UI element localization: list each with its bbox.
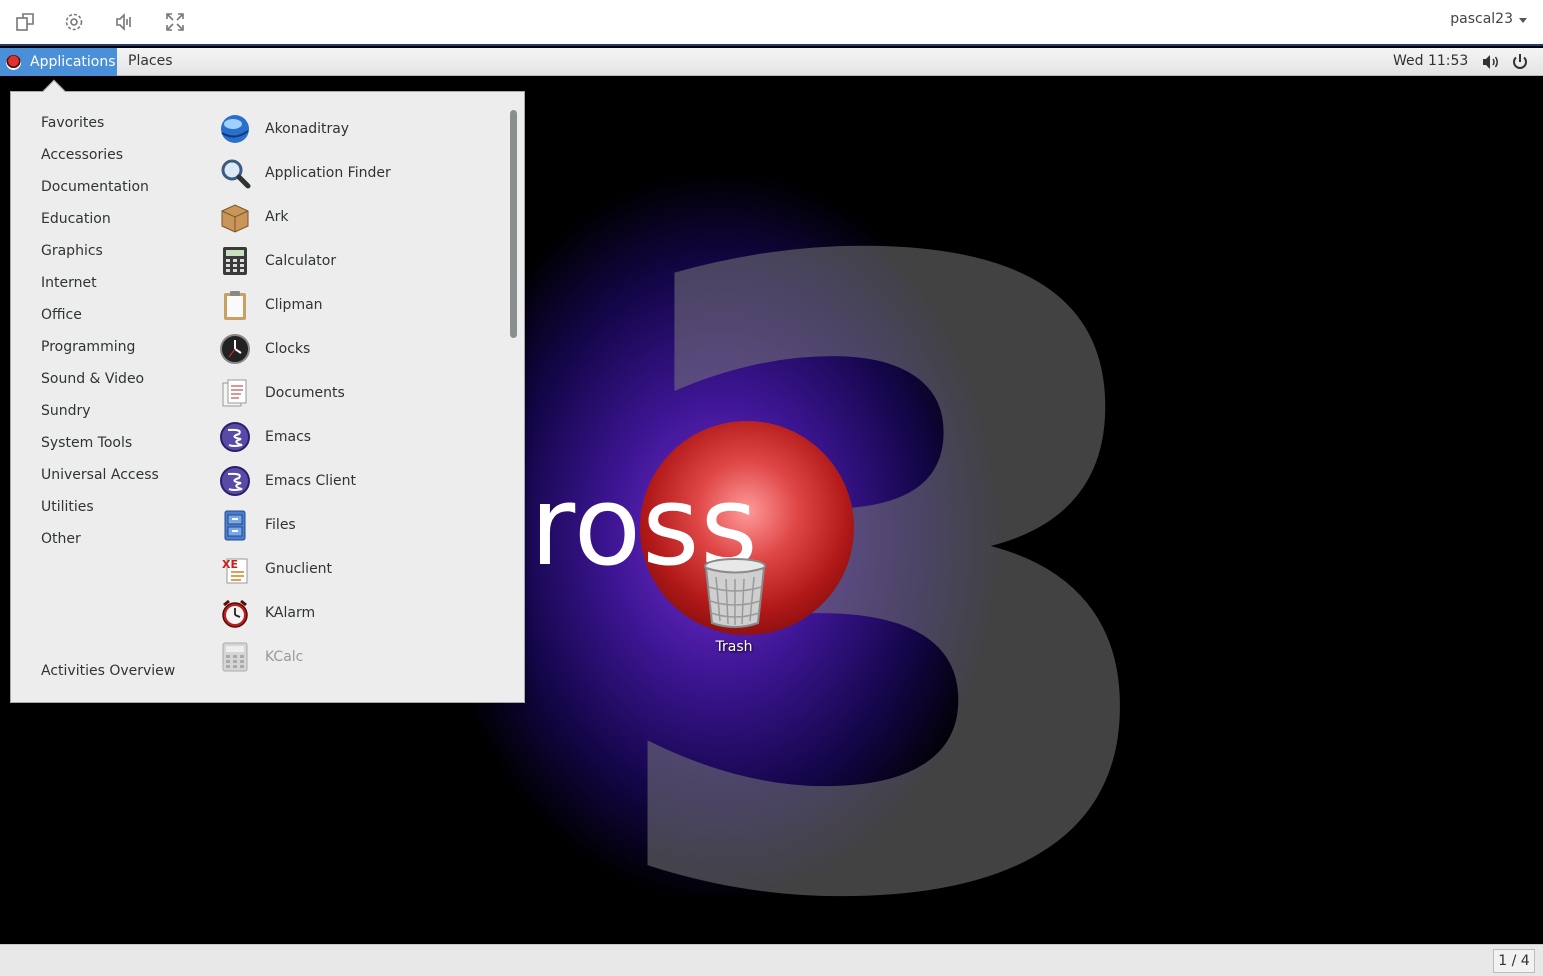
screen-switch-icon[interactable] [11, 8, 39, 36]
app-label: Calculator [265, 253, 337, 269]
app-label: Application Finder [265, 165, 391, 181]
applications-label: Applications [30, 54, 116, 70]
trash-icon[interactable] [700, 557, 770, 631]
kcalc-icon [222, 642, 248, 672]
category-accessories[interactable]: Accessories [41, 147, 123, 163]
category-universal-access[interactable]: Universal Access [41, 467, 159, 483]
app-item-calculator[interactable]: Calculator [218, 241, 508, 281]
places-menu-button[interactable]: Places [128, 53, 173, 69]
magnifier-icon [221, 159, 251, 189]
applications-menu-button[interactable]: Applications [0, 48, 117, 76]
settings-icon[interactable] [60, 8, 88, 36]
top-bar: Applications Places Wed 11:53 [0, 48, 1543, 76]
app-label: Clipman [265, 297, 323, 313]
app-item-kalarm[interactable]: KAlarm [218, 593, 508, 633]
archive-box-icon [221, 204, 249, 233]
app-item-ark[interactable]: Ark [218, 197, 508, 237]
app-label: Ark [265, 209, 289, 225]
akonaditray-icon [221, 115, 249, 143]
file-cabinet-icon [224, 510, 246, 541]
redhat-logo-icon [6, 54, 21, 70]
category-sundry[interactable]: Sundry [41, 403, 91, 419]
category-education[interactable]: Education [41, 211, 111, 227]
category-sound-video[interactable]: Sound & Video [41, 371, 144, 387]
trash-label[interactable]: Trash [704, 639, 764, 655]
app-label: KAlarm [265, 605, 316, 621]
category-graphics[interactable]: Graphics [41, 243, 103, 259]
emacs-icon [220, 422, 250, 452]
applications-popup: Favorites Accessories Documentation Educ… [10, 91, 525, 703]
alarm-clock-icon [222, 599, 248, 628]
app-label: Emacs Client [265, 473, 357, 489]
category-system-tools[interactable]: System Tools [41, 435, 132, 451]
volume-icon[interactable] [1482, 54, 1500, 70]
app-label: Emacs [265, 429, 312, 445]
category-office[interactable]: Office [41, 307, 82, 323]
power-icon[interactable] [1511, 53, 1529, 71]
svg-text:XE: XE [222, 558, 238, 571]
gnuclient-icon: XE [222, 558, 248, 584]
app-item-kcalc[interactable]: KCalc [218, 637, 508, 677]
workspace-indicator[interactable]: 1 / 4 [1493, 949, 1535, 973]
user-name: pascal23 [1450, 11, 1513, 27]
app-item-files[interactable]: Files [218, 505, 508, 545]
app-label: Clocks [265, 341, 311, 357]
app-label: Documents [265, 385, 345, 401]
app-label: Files [265, 517, 296, 533]
category-favorites[interactable]: Favorites [41, 115, 104, 131]
category-utilities[interactable]: Utilities [41, 499, 94, 515]
activities-overview-item[interactable]: Activities Overview [41, 663, 175, 679]
app-list-scrollbar[interactable] [510, 110, 517, 338]
app-item-clipman[interactable]: Clipman [218, 285, 508, 325]
app-label: Gnuclient [265, 561, 333, 577]
viewer-toolbar: pascal23 [0, 0, 1543, 46]
calculator-icon [223, 247, 247, 275]
user-menu[interactable]: pascal23 [1450, 11, 1527, 27]
bottom-panel: 1 / 4 [0, 944, 1543, 976]
app-item-documents[interactable]: Documents [218, 373, 508, 413]
chevron-down-icon [1519, 17, 1527, 23]
app-label: KCalc [265, 649, 304, 665]
clipboard-icon [224, 291, 246, 320]
category-internet[interactable]: Internet [41, 275, 97, 291]
app-item-application-finder[interactable]: Application Finder [218, 153, 508, 193]
app-item-emacs[interactable]: Emacs [218, 417, 508, 457]
clock-icon [220, 334, 250, 364]
app-item-clocks[interactable]: Clocks [218, 329, 508, 369]
category-programming[interactable]: Programming [41, 339, 135, 355]
app-label: Akonaditray [265, 121, 350, 137]
documents-icon [222, 379, 247, 407]
send-keys-icon[interactable] [110, 8, 138, 36]
emacs-icon [220, 466, 250, 496]
app-item-akonaditray[interactable]: Akonaditray [218, 109, 508, 149]
clock[interactable]: Wed 11:53 [1393, 53, 1468, 69]
fullscreen-icon[interactable] [161, 8, 189, 36]
app-item-emacs-client[interactable]: Emacs Client [218, 461, 508, 501]
category-documentation[interactable]: Documentation [41, 179, 149, 195]
category-other[interactable]: Other [41, 531, 81, 547]
app-item-gnuclient[interactable]: XE Gnuclient [218, 549, 508, 589]
